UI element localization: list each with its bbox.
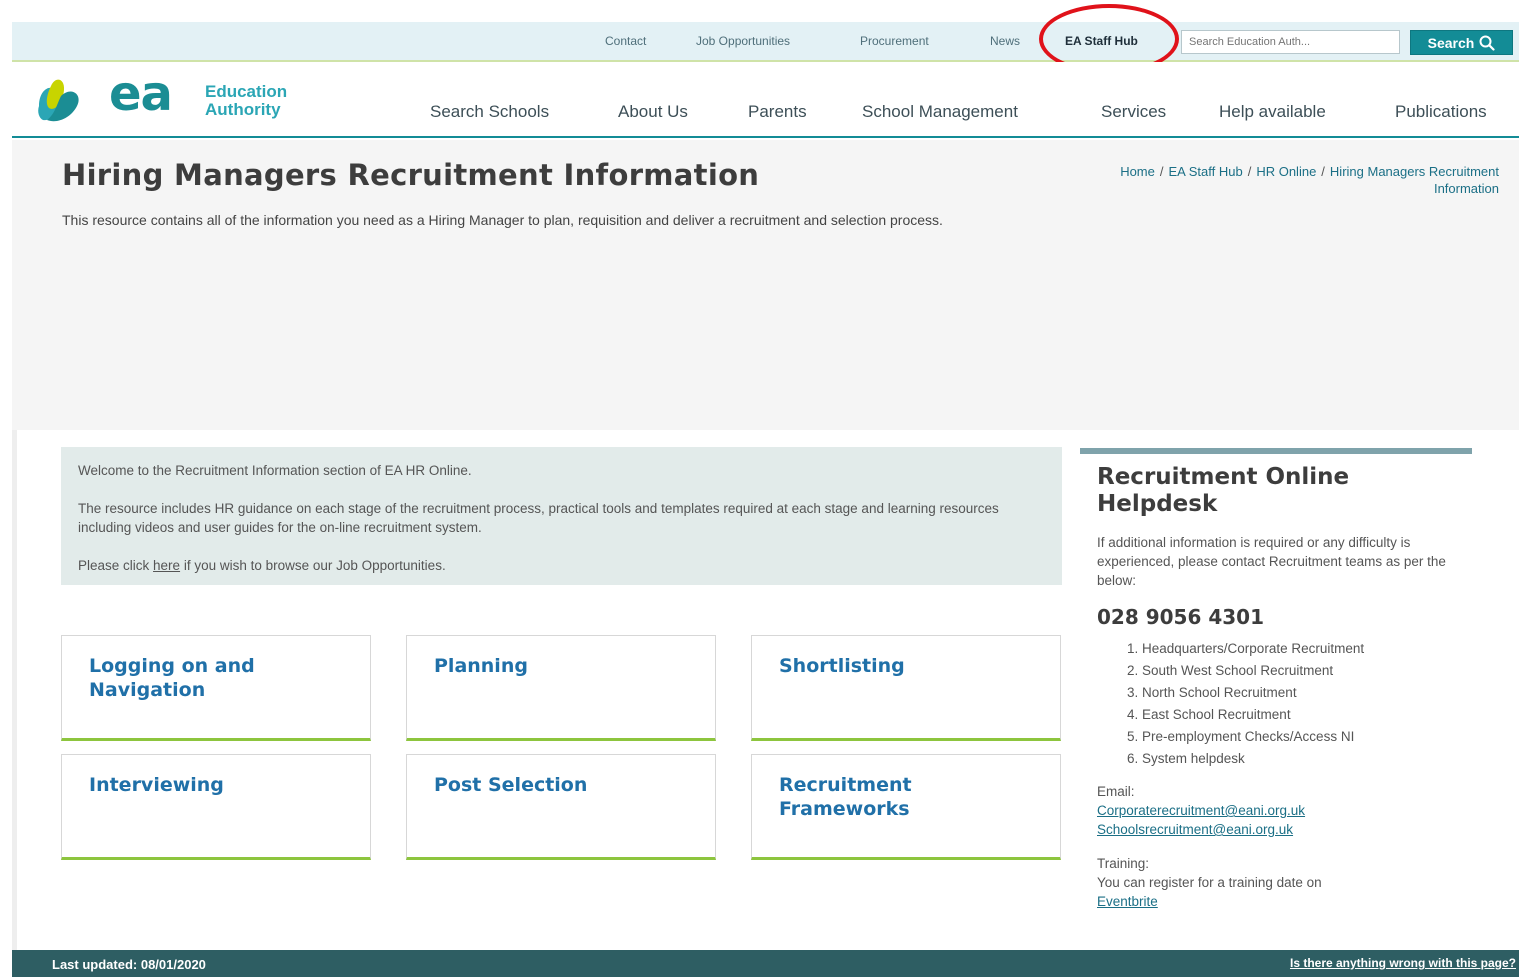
main-header: ea Education Authority Search Schools Ab…	[12, 62, 1519, 138]
breadcrumb-separator: /	[1159, 164, 1164, 179]
breadcrumb-home[interactable]: Home	[1120, 164, 1155, 179]
email-link-schools[interactable]: Schoolsrecruitment@eani.org.uk	[1097, 820, 1472, 839]
nav-publications[interactable]: Publications	[1395, 102, 1487, 122]
job-opportunities-link[interactable]: here	[153, 558, 180, 573]
tile-interviewing[interactable]: Interviewing	[61, 754, 371, 860]
report-problem-link[interactable]: Is there anything wrong with this page?	[1290, 956, 1516, 970]
nav-school-management[interactable]: School Management	[862, 102, 1018, 122]
tile-post-selection[interactable]: Post Selection	[406, 754, 716, 860]
logo-text-line2: Authority	[205, 100, 281, 119]
utility-link-procurement[interactable]: Procurement	[860, 34, 929, 48]
helpdesk-option: South West School Recruitment	[1142, 662, 1407, 679]
helpdesk-sidebar: Recruitment Online Helpdesk If additiona…	[1080, 448, 1472, 911]
utility-link-news[interactable]: News	[990, 34, 1020, 48]
tile-title: Interviewing	[89, 774, 224, 796]
helpdesk-option: North School Recruitment	[1142, 684, 1407, 701]
helpdesk-text: If additional information is required or…	[1097, 535, 1446, 588]
search-button-label: Search	[1427, 34, 1475, 51]
nav-parents[interactable]: Parents	[748, 102, 807, 122]
tile-shortlisting[interactable]: Shortlisting	[751, 635, 1061, 741]
helpdesk-option: Headquarters/Corporate Recruitment	[1142, 640, 1407, 657]
email-label: Email:	[1097, 784, 1135, 799]
helpdesk-option: East School Recruitment	[1142, 706, 1407, 723]
welcome-line-3-before: Please click	[78, 558, 154, 573]
utility-link-jobs[interactable]: Job Opportunities	[696, 34, 790, 48]
logo-wordmark[interactable]: ea	[109, 70, 173, 118]
training-label: Training:	[1097, 856, 1150, 871]
tile-title: Logging on and Navigation	[89, 655, 255, 701]
eventbrite-link[interactable]: Eventbrite	[1097, 892, 1472, 911]
footer: Last updated: 08/01/2020 Is there anythi…	[12, 950, 1519, 977]
tile-title: Post Selection	[434, 774, 588, 796]
welcome-line-1: Welcome to the Recruitment Information s…	[78, 463, 472, 478]
search-icon	[1479, 35, 1495, 51]
nav-search-schools[interactable]: Search Schools	[430, 102, 549, 122]
helpdesk-option: Pre-employment Checks/Access NI	[1142, 728, 1407, 745]
nav-help-available[interactable]: Help available	[1219, 102, 1326, 122]
tile-recruitment-frameworks[interactable]: Recruitment Frameworks	[751, 754, 1061, 860]
helpdesk-options: Headquarters/Corporate Recruitment South…	[1142, 640, 1472, 767]
tile-title: Shortlisting	[779, 655, 905, 677]
email-link-corporate[interactable]: Corporaterecruitment@eani.org.uk	[1097, 801, 1472, 820]
search-input[interactable]	[1181, 30, 1400, 54]
welcome-panel: Welcome to the Recruitment Information s…	[61, 447, 1062, 585]
breadcrumb-separator: /	[1321, 164, 1325, 179]
breadcrumb-staff-hub[interactable]: EA Staff Hub	[1169, 164, 1243, 179]
sidebar-top-bar	[1080, 448, 1472, 454]
welcome-line-3: Please click here if you wish to browse …	[78, 556, 1045, 575]
tile-title: Planning	[434, 655, 528, 677]
last-updated: Last updated: 08/01/2020	[52, 957, 206, 972]
page-intro: This resource contains all of the inform…	[62, 212, 943, 228]
nav-services[interactable]: Services	[1101, 102, 1166, 122]
helpdesk-phone: 028 9056 4301	[1097, 605, 1265, 629]
helpdesk-option: System helpdesk	[1142, 750, 1407, 767]
tile-title: Recruitment Frameworks	[779, 774, 912, 820]
tile-logging-on[interactable]: Logging on and Navigation	[61, 635, 371, 741]
utility-link-contact[interactable]: Contact	[605, 34, 646, 48]
training-text: You can register for a training date on	[1097, 875, 1322, 890]
logo-text: Education Authority	[205, 83, 287, 119]
welcome-line-3-after: if you wish to browse our Job Opportunit…	[180, 558, 446, 573]
breadcrumb-separator: /	[1247, 164, 1252, 179]
training-block: Training: You can register for a trainin…	[1097, 854, 1472, 911]
breadcrumb: Home / EA Staff Hub / HR Online / Hiring Manag…	[1059, 163, 1499, 197]
tile-planning[interactable]: Planning	[406, 635, 716, 741]
page-title: Hiring Managers Recruitment Information	[62, 158, 760, 192]
search-button[interactable]: Search	[1410, 30, 1513, 55]
logo-text-line1: Education	[205, 82, 288, 101]
nav-about-us[interactable]: About Us	[618, 102, 688, 122]
ea-logo-icon[interactable]	[31, 76, 81, 128]
breadcrumb-current[interactable]: Hiring Managers Recruitment Information	[1330, 164, 1499, 196]
helpdesk-title: Recruitment Online Helpdesk	[1097, 464, 1350, 517]
welcome-line-2: The resource includes HR guidance on eac…	[78, 501, 999, 535]
breadcrumb-hr-online[interactable]: HR Online	[1256, 164, 1316, 179]
email-block: Email: Corporaterecruitment@eani.org.uk …	[1097, 782, 1472, 839]
